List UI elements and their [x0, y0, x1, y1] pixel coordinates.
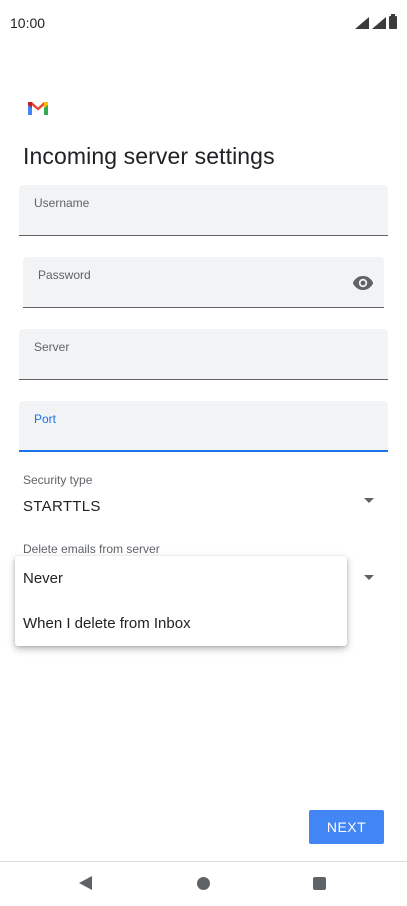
delete-emails-label: Delete emails from server: [23, 542, 160, 556]
server-label: Server: [34, 340, 70, 354]
back-icon[interactable]: [79, 876, 92, 890]
page-title: Incoming server settings: [23, 143, 275, 169]
username-label: Username: [34, 196, 90, 210]
port-label: Port: [34, 412, 57, 426]
username-field[interactable]: Username: [19, 185, 388, 236]
password-field[interactable]: Password: [23, 257, 384, 308]
gmail-logo-icon: [28, 102, 48, 115]
delete-emails-menu: Never When I delete from Inbox: [15, 556, 347, 646]
recents-icon[interactable]: [313, 877, 326, 890]
home-icon[interactable]: [197, 877, 210, 890]
server-field[interactable]: Server: [19, 329, 388, 380]
signal-icon: [372, 17, 386, 29]
port-field[interactable]: Port: [19, 401, 388, 452]
security-type-label: Security type: [23, 473, 93, 487]
status-time: 10:00: [10, 15, 46, 31]
menu-item-when-delete-from-inbox[interactable]: When I delete from Inbox: [23, 615, 191, 632]
caret-down-icon[interactable]: [364, 575, 374, 580]
caret-down-icon[interactable]: [364, 498, 374, 503]
security-type-select[interactable]: STARTTLS: [23, 498, 101, 515]
next-button[interactable]: NEXT: [309, 810, 384, 844]
status-icons: [355, 14, 397, 29]
status-bar: 10:00: [0, 0, 407, 46]
eye-icon[interactable]: [352, 275, 374, 291]
signal-icon: [355, 17, 369, 29]
battery-icon: [389, 14, 397, 29]
nav-divider: [0, 861, 407, 862]
menu-item-never[interactable]: Never: [23, 570, 63, 587]
password-label: Password: [38, 268, 91, 282]
